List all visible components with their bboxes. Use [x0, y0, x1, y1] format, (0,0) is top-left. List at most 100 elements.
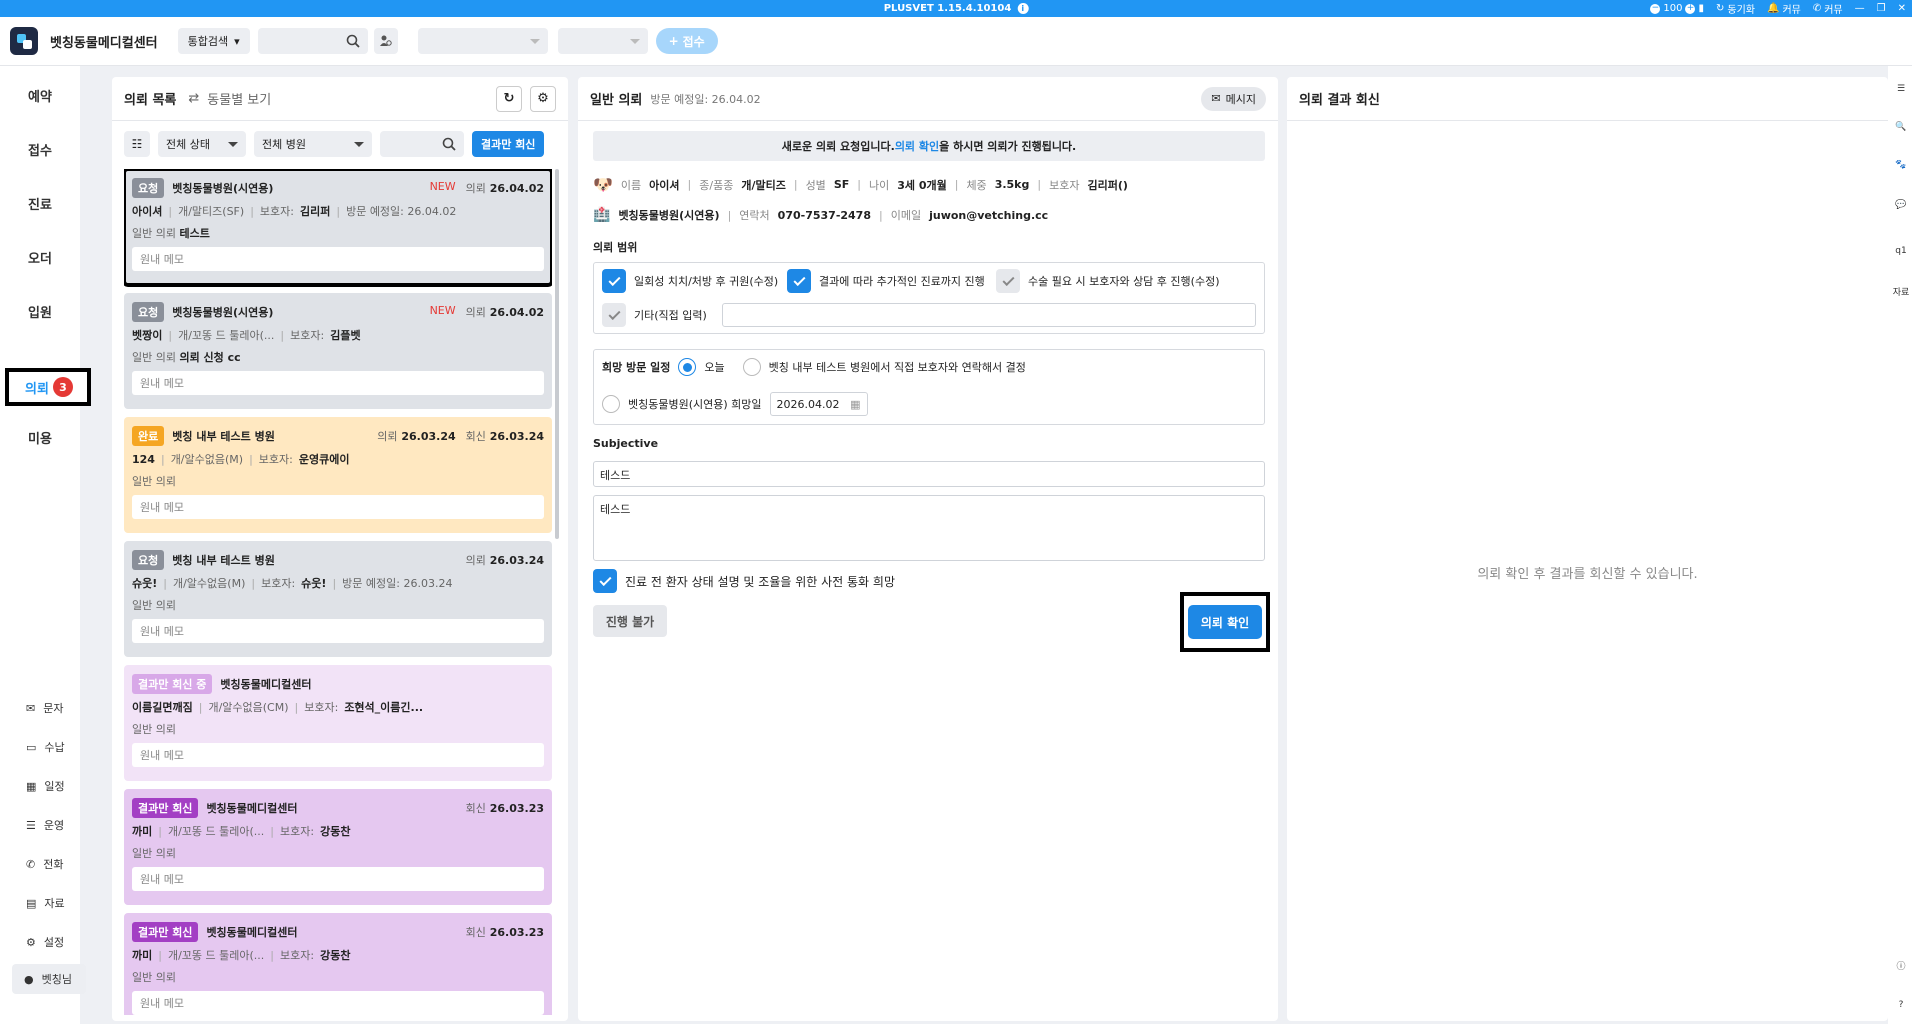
nav-reservation[interactable]: 예약: [0, 80, 80, 110]
info-icon[interactable]: i: [1017, 3, 1029, 14]
nav-order[interactable]: 오더: [0, 242, 80, 272]
scope-other-input[interactable]: [722, 303, 1256, 327]
nav-reception[interactable]: 접수: [0, 134, 80, 164]
memo-input[interactable]: 원내 메모: [132, 247, 544, 271]
referral-card[interactable]: 결과만 회신 중 벳칭동물메디컬센터 이름길면깨짐 | 개/알수없음(CM) | 보호자:…: [124, 665, 552, 781]
checkbox-unchecked[interactable]: [996, 269, 1020, 293]
scope-option-other[interactable]: 기타(직접 입력): [602, 303, 707, 327]
nav-sms[interactable]: ✉ 문자: [26, 700, 63, 716]
memo-input[interactable]: 원내 메모: [132, 619, 544, 643]
doctor-select[interactable]: [417, 28, 548, 54]
memo-input[interactable]: 원내 메모: [132, 371, 544, 395]
reception-button[interactable]: + 접수: [655, 28, 718, 54]
reject-button[interactable]: 진행 불가: [593, 605, 667, 637]
subjective-title-input[interactable]: 테스드: [593, 461, 1265, 487]
referral-card[interactable]: 완료 벳칭 내부 테스트 병원 의뢰 26.03.24 회신 26.03.24 12…: [124, 417, 552, 533]
radio-today[interactable]: [678, 358, 697, 376]
list-scrollbar[interactable]: [555, 169, 559, 539]
filter-button[interactable]: ☷: [124, 131, 150, 157]
restore-icon[interactable]: ❐: [1877, 3, 1886, 14]
list-search-input[interactable]: [380, 131, 464, 157]
settings-button[interactable]: ⚙: [530, 85, 556, 112]
zoom-control: − 100 + ▮: [1650, 3, 1704, 14]
patient-search-button[interactable]: [373, 28, 398, 54]
user-menu[interactable]: ● 벳칭님: [12, 964, 86, 994]
referral-card[interactable]: 요청 벳칭 내부 테스트 병원 의뢰 26.03.24 슈웃! | 개/알수없음(M)…: [124, 541, 552, 657]
person-list-icon[interactable]: ☰: [1892, 80, 1910, 98]
close-icon[interactable]: ✕: [1898, 3, 1906, 14]
swap-icon[interactable]: ⇄: [188, 91, 199, 106]
help-icon[interactable]: ?: [1892, 996, 1910, 1014]
view-by-animal-toggle[interactable]: 동물별 보기: [207, 89, 271, 108]
zoom-out-icon[interactable]: −: [1650, 3, 1661, 14]
nav-admission[interactable]: 입원: [0, 296, 80, 326]
memo-input[interactable]: 원내 메모: [132, 495, 544, 519]
memo-input[interactable]: 원내 메모: [132, 743, 544, 767]
room-select[interactable]: [557, 28, 648, 54]
checkbox-checked[interactable]: [602, 269, 626, 293]
checkbox-unchecked[interactable]: [602, 303, 626, 327]
scope-box: 일회성 치치/처방 후 귀원(수정) 결과에 따라 추가적인 진료까지 진행 수…: [593, 262, 1265, 334]
sync-button[interactable]: ↻ 동기화: [1716, 1, 1755, 16]
nav-settings[interactable]: ⚙ 설정: [26, 934, 64, 950]
scope-option-2[interactable]: 결과에 따라 추가적인 진료까지 진행: [787, 269, 985, 293]
info-icon[interactable]: ⓘ: [1892, 956, 1910, 974]
card-hospital: 벳칭동물병원(시연용): [172, 182, 274, 195]
clinic-name: 벳칭동물메디컬센터: [50, 35, 158, 51]
subjective-body-textarea[interactable]: 테스드: [593, 495, 1265, 561]
status-filter-select[interactable]: 전체 상태: [158, 131, 246, 157]
global-search-input[interactable]: [257, 28, 368, 54]
scope-option-1[interactable]: 일회성 치치/처방 후 귀원(수정): [602, 269, 778, 293]
app-logo: [10, 27, 38, 55]
chat-icon[interactable]: 💬: [1892, 196, 1910, 214]
nav-treatment[interactable]: 진료: [0, 188, 80, 218]
radio-internal[interactable]: [742, 358, 761, 376]
nav-referral[interactable]: 의뢰 3: [5, 368, 91, 406]
scope-option-3[interactable]: 수술 필요 시 보호자와 상담 후 진행(수정): [996, 269, 1219, 293]
search-list-icon[interactable]: 🔍: [1892, 118, 1910, 136]
refresh-button[interactable]: ↻: [496, 85, 522, 112]
referral-card[interactable]: 결과만 회신 벳칭동물메디컬센터 회신 26.03.23 까미 | 개/꼬똥 드 툴레…: [124, 789, 552, 905]
owner-label: 보호자:: [261, 577, 296, 590]
memo-input[interactable]: 원내 메모: [132, 867, 544, 891]
notification-button[interactable]: 🔔 커뮤: [1767, 1, 1801, 16]
minimize-icon[interactable]: —: [1855, 3, 1865, 14]
checkbox-checked[interactable]: [593, 569, 617, 593]
reply-label: 회신: [465, 430, 486, 443]
referral-card[interactable]: 요청 벳칭동물병원(시연용) NEW 의뢰 26.04.02 벳짱이 | 개/꼬똥 드 …: [124, 293, 552, 409]
nav-schedule[interactable]: ▦ 일정: [26, 778, 65, 794]
checkbox-checked[interactable]: [787, 269, 811, 293]
confirm-referral-button[interactable]: 의뢰 확인: [1188, 605, 1262, 639]
radio-hospital-date[interactable]: [602, 395, 620, 413]
confirm-highlight: 의뢰 확인: [1180, 592, 1270, 652]
banner-link[interactable]: 의뢰 확인: [895, 138, 939, 154]
precall-option[interactable]: 진료 전 환자 상태 설명 및 조율을 위한 사전 통화 희망: [593, 569, 895, 593]
search-type-dropdown[interactable]: 통합검색 ▾: [177, 28, 250, 54]
visit-date: 방문 예정일: 26.03.24: [342, 577, 453, 590]
nav-data[interactable]: ▤ 자료: [26, 895, 65, 911]
nav-phone[interactable]: ✆ 전화: [26, 856, 63, 872]
patient-breed: 개/말티즈: [741, 178, 786, 192]
nav-payment[interactable]: ▭ 수납: [26, 739, 65, 755]
referral-card[interactable]: 결과만 회신 벳칭동물메디컬센터 회신 26.03.23 까미 | 개/꼬똥 드 툴레…: [124, 913, 552, 1015]
results-only-reply-button[interactable]: 결과만 회신: [472, 131, 545, 157]
nav-payment-label: 수납: [44, 741, 65, 754]
email-label: 이메일: [890, 209, 922, 222]
memo-input[interactable]: 원내 메모: [132, 991, 544, 1015]
referral-card[interactable]: 요청 벳칭동물병원(시연용) NEW 의뢰 26.04.02 아이셔 | 개/말티즈(S…: [124, 169, 552, 287]
hospital-filter-select[interactable]: 전체 병원: [254, 131, 372, 157]
pet-breed: 개/말티즈(SF): [178, 205, 245, 218]
data-button[interactable]: 자료: [1892, 282, 1910, 300]
mail-icon: ✉: [26, 701, 36, 715]
referral-kind: 일반 의뢰: [132, 227, 176, 240]
nav-grooming[interactable]: 미용: [0, 422, 80, 452]
paw-icon[interactable]: 🐾: [1892, 156, 1910, 174]
visit-date-input[interactable]: 2026.04.02 ▦: [769, 392, 868, 416]
visit-schedule-box: 희망 방문 일정 오늘 벳칭 내부 테스트 병원에서 직접 보호자와 연락해서 …: [593, 349, 1265, 425]
message-button[interactable]: ✉ 메시지: [1201, 86, 1266, 111]
zoom-in-icon[interactable]: +: [1685, 3, 1696, 14]
calendar-icon[interactable]: ▦: [850, 398, 860, 411]
q1-button[interactable]: q1: [1892, 242, 1910, 260]
phone-button[interactable]: ✆ 커뮤: [1813, 1, 1843, 16]
nav-operation[interactable]: ☰ 운영: [26, 817, 64, 833]
